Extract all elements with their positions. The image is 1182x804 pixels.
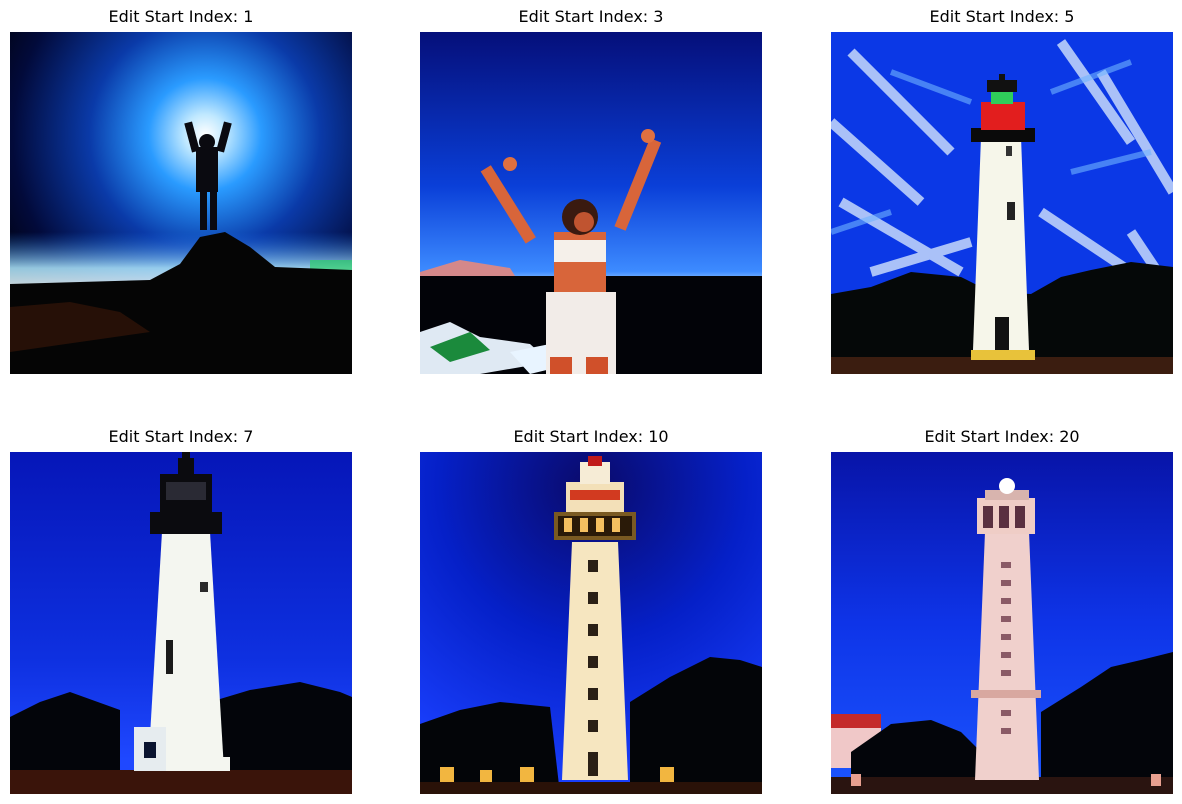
panel-title: Edit Start Index: 3 bbox=[518, 7, 664, 26]
generated-image-woman-beach bbox=[420, 32, 762, 374]
generated-image-pink-lighthouse bbox=[831, 452, 1173, 794]
generated-image-white-lighthouse bbox=[10, 452, 352, 794]
panel-title: Edit Start Index: 10 bbox=[513, 427, 669, 446]
panel-title: Edit Start Index: 5 bbox=[929, 7, 1075, 26]
panel-title: Edit Start Index: 7 bbox=[108, 427, 254, 446]
panel-title: Edit Start Index: 20 bbox=[924, 427, 1080, 446]
panel-title: Edit Start Index: 1 bbox=[108, 7, 254, 26]
generated-image-banded-lighthouse bbox=[420, 452, 762, 794]
generated-image-lighthouse-red-lantern bbox=[831, 32, 1173, 374]
generated-image-person-silhouette bbox=[10, 32, 352, 374]
